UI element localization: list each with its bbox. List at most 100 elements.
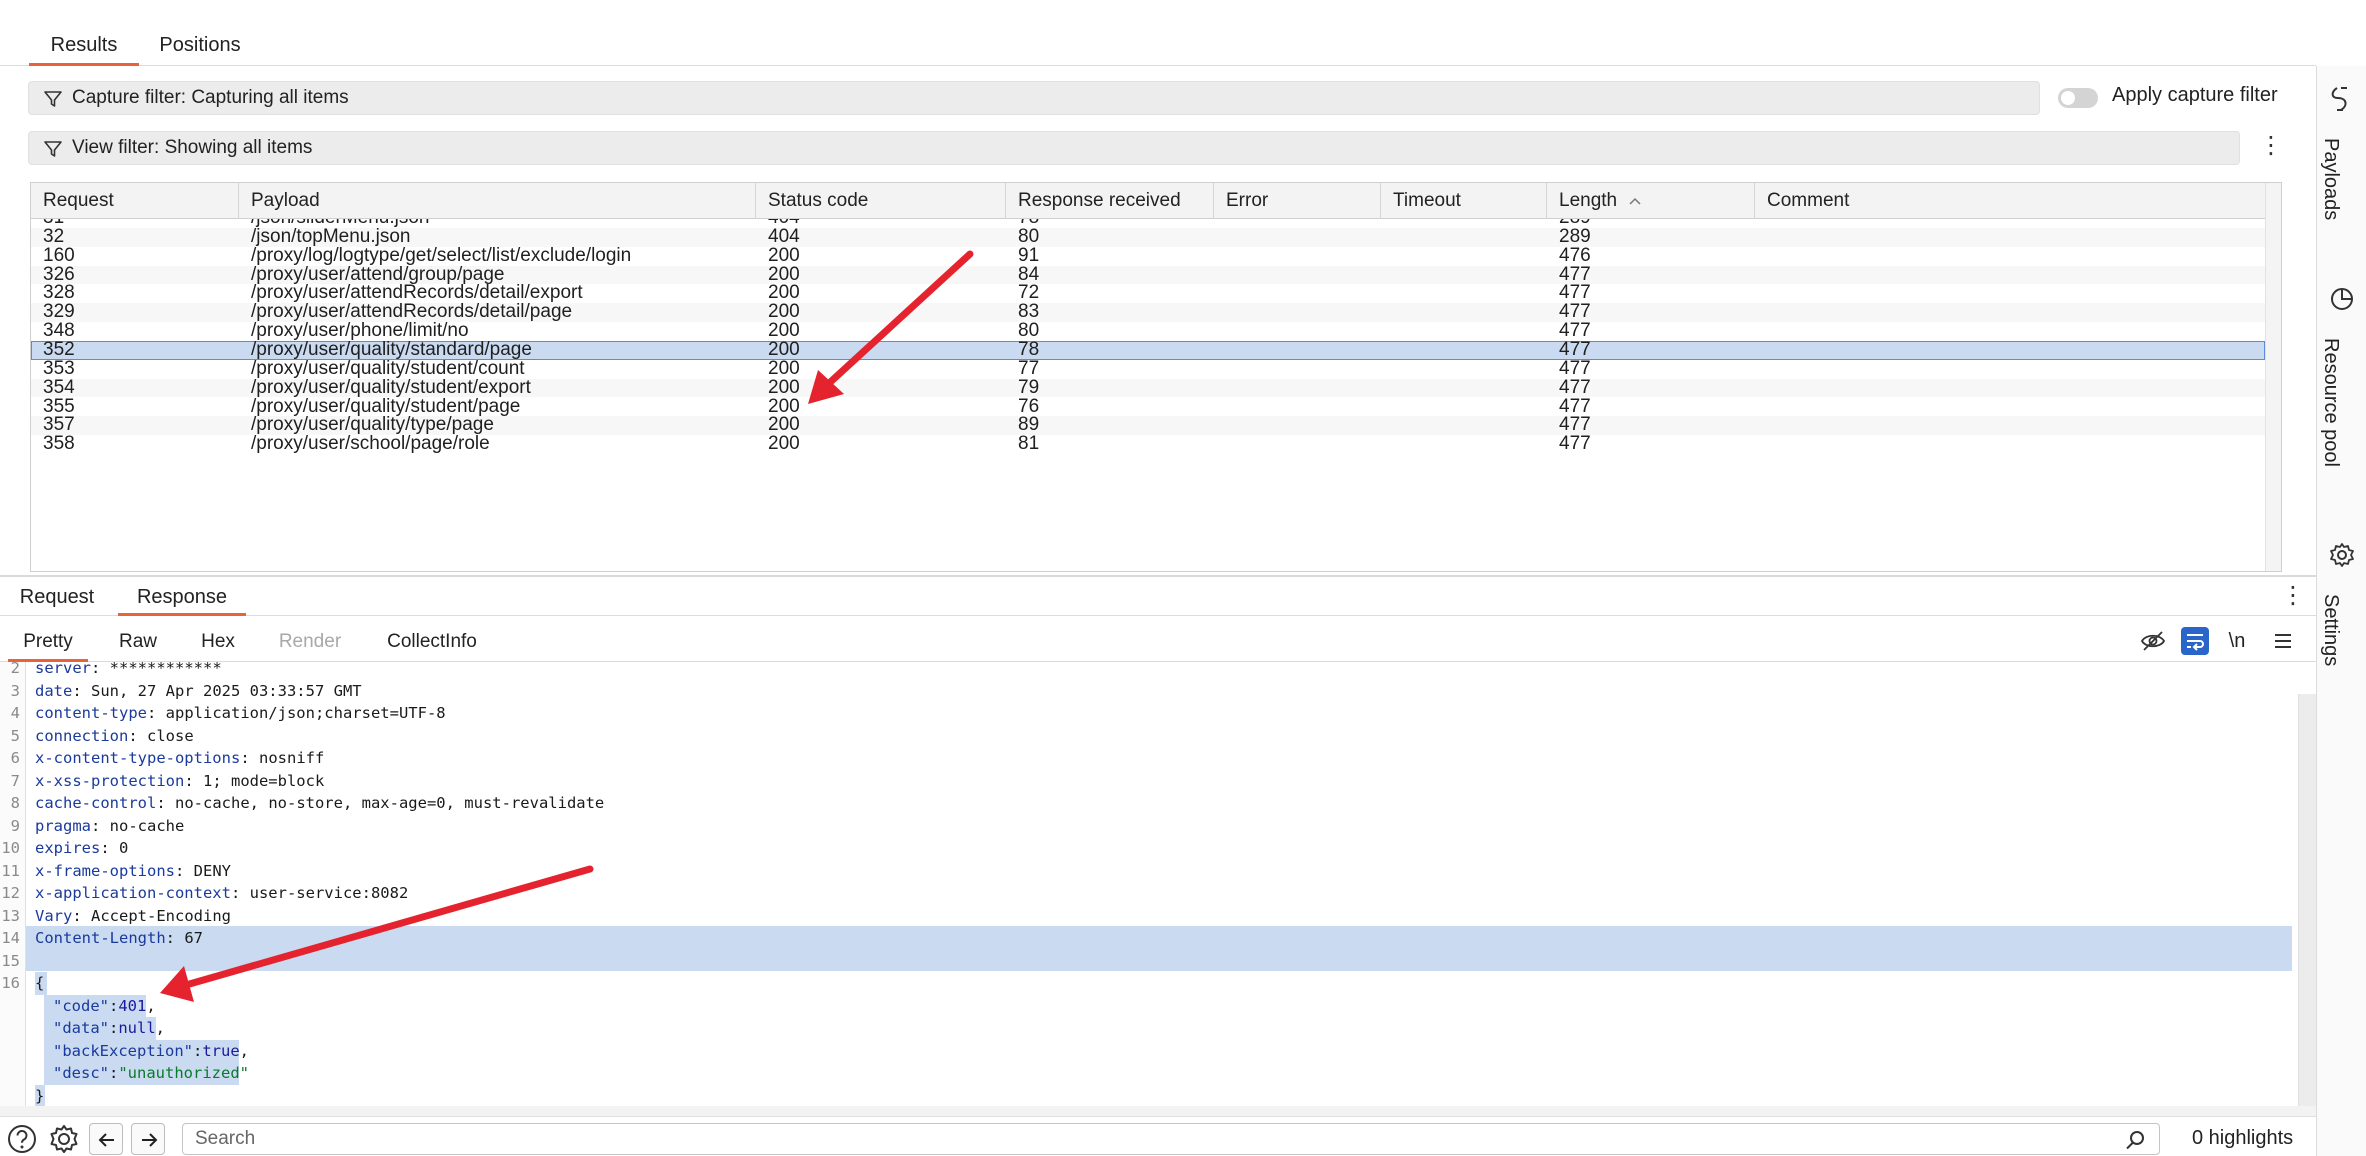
line-number: 13 [1, 906, 20, 925]
json-value: true [202, 1041, 240, 1060]
line-number: 16 [1, 974, 20, 992]
table-row[interactable]: 354/proxy/user/quality/student/export 200… [31, 376, 2265, 398]
header-name: expires [35, 839, 101, 857]
apply-capture-filter-label: Apply capture filter [2112, 84, 2278, 106]
header-line: x-xss-protection: 1; mode=block [35, 771, 325, 790]
search-input[interactable] [182, 1123, 2160, 1155]
line-number: 7 [10, 771, 20, 790]
cell-status-code: 200 [768, 433, 800, 455]
line-number: 11 [1, 861, 20, 880]
response-editor[interactable]: 2 server: ************ 3 date: Sun, 27 Apr … [0, 662, 2298, 1106]
wrap-icon[interactable] [2180, 626, 2210, 656]
line-number: 8 [10, 794, 20, 812]
cell-request: 352 [43, 338, 75, 360]
tab-pretty[interactable]: Pretty [8, 622, 88, 662]
results-table: Request Payload Status code Response rec… [30, 182, 2282, 572]
search-icon [2126, 1131, 2144, 1150]
header-name: content-type [35, 704, 147, 722]
editor-horizontal-scrollbar[interactable] [0, 1106, 2316, 1116]
column-header-timeout[interactable]: Timeout [1381, 183, 1547, 219]
text-selection [26, 926, 2292, 971]
more-options-icon[interactable]: ⋮ [2259, 134, 2283, 160]
table-scrollbar[interactable] [2265, 183, 2281, 571]
newline-icon[interactable]: \n [2222, 626, 2252, 656]
cell-length: 289 [1559, 225, 1591, 247]
sidebar-label-resource-pool: Resource pool [2320, 338, 2342, 467]
column-header-comment[interactable]: Comment [1755, 183, 2265, 219]
column-header-error[interactable]: Error [1214, 183, 1381, 219]
column-header-payload[interactable]: Payload [239, 183, 756, 219]
table-row[interactable]: 358/proxy/user/school/page/role 200 81 477 [31, 433, 2265, 455]
tab-render[interactable]: Render [266, 622, 354, 662]
tab-request[interactable]: Request [8, 578, 106, 616]
tab-collectinfo[interactable]: CollectInfo [372, 622, 492, 662]
json-value: null [118, 1019, 156, 1037]
capture-filter-bar[interactable]: Capture filter: Capturing all items [28, 81, 2040, 115]
cell-status-code: 200 [768, 338, 800, 360]
apply-capture-filter-toggle[interactable] [2058, 88, 2098, 108]
message-more-options-icon[interactable]: ⋮ [2281, 584, 2305, 610]
tab-raw[interactable]: Raw [104, 622, 172, 662]
column-header-response-received[interactable]: Response received [1006, 183, 1214, 219]
column-header-length-label: Length [1559, 190, 1618, 211]
json-trailing-comma: , [155, 1019, 166, 1037]
sidebar-item-settings[interactable]: Settings [2317, 542, 2366, 762]
tab-response[interactable]: Response [118, 578, 246, 616]
code-text: { [35, 974, 45, 992]
editor-scrollbar[interactable] [2298, 694, 2316, 1106]
column-header-length[interactable]: Length [1547, 183, 1755, 219]
header-line: Vary: Accept-Encoding [35, 906, 231, 925]
tab-hex[interactable]: Hex [186, 622, 250, 662]
header-line: expires: 0 [35, 839, 129, 857]
arrow-right-icon [142, 1133, 158, 1147]
header-name: server [35, 662, 91, 677]
pane-divider[interactable] [0, 575, 2316, 577]
cell-status-code: 404 [768, 225, 800, 247]
arrow-left-icon [98, 1133, 114, 1147]
json-line: "desc":"unauthorized" [53, 1064, 249, 1082]
cell-response-received: 77 [1018, 357, 1040, 379]
line-number: 4 [10, 704, 20, 722]
header-name: connection [35, 726, 129, 745]
column-header-status-code[interactable]: Status code [756, 183, 1006, 219]
line-number: 15 [1, 951, 20, 970]
sidebar-item-payloads[interactable]: Payloads [2317, 84, 2366, 284]
view-filter-bar[interactable]: View filter: Showing all items [28, 131, 2240, 165]
sidebar-label-settings: Settings [2320, 594, 2342, 667]
header-name: x-application-context [35, 884, 231, 902]
json-key: "desc" [53, 1064, 109, 1082]
toggle-knob [2061, 91, 2075, 105]
tab-positions[interactable]: Positions [150, 28, 250, 66]
settings-gear-icon[interactable] [48, 1123, 80, 1155]
table-row[interactable]: 353/proxy/user/quality/student/count 200 7… [31, 357, 2265, 379]
sidebar-label-payloads: Payloads [2320, 138, 2342, 221]
sidebar-item-resource-pool[interactable]: Resource pool [2317, 286, 2366, 546]
eye-slash-icon[interactable] [2138, 626, 2168, 656]
cell-request: 160 [43, 244, 75, 266]
cell-request: 32 [43, 225, 65, 247]
json-key: "backException" [53, 1041, 193, 1060]
header-value: 1; mode=block [193, 771, 325, 790]
table-row[interactable]: 160/proxy/log/logtype/get/select/list/ex… [31, 244, 2265, 266]
line-number: 9 [10, 816, 20, 835]
previous-match-button[interactable] [89, 1123, 123, 1155]
code-line: { [35, 972, 44, 995]
column-header-request[interactable]: Request [31, 183, 239, 219]
menu-icon[interactable] [2268, 626, 2298, 656]
tab-results[interactable]: Results [29, 28, 139, 66]
next-match-button[interactable] [131, 1123, 165, 1155]
header-value: DENY [184, 861, 231, 880]
cell-length: 477 [1559, 338, 1591, 360]
line-number: 6 [10, 749, 20, 767]
header-value: application/json;charset=UTF-8 [156, 704, 446, 722]
header-name: cache-control [35, 794, 157, 812]
cell-request: 354 [43, 376, 75, 398]
table-row[interactable]: 32/json/topMenu.json 404 80 289 [31, 225, 2265, 247]
cell-response-received: 81 [1018, 433, 1040, 455]
help-icon[interactable] [6, 1123, 38, 1155]
header-line: cache-control: no-cache, no-store, max-a… [35, 794, 605, 812]
table-row-selected[interactable]: 352/proxy/user/quality/standard/page 200 7… [31, 338, 2265, 360]
cell-status-code: 200 [768, 376, 800, 398]
cell-length: 477 [1559, 376, 1591, 398]
header-value: 67 [175, 929, 203, 947]
